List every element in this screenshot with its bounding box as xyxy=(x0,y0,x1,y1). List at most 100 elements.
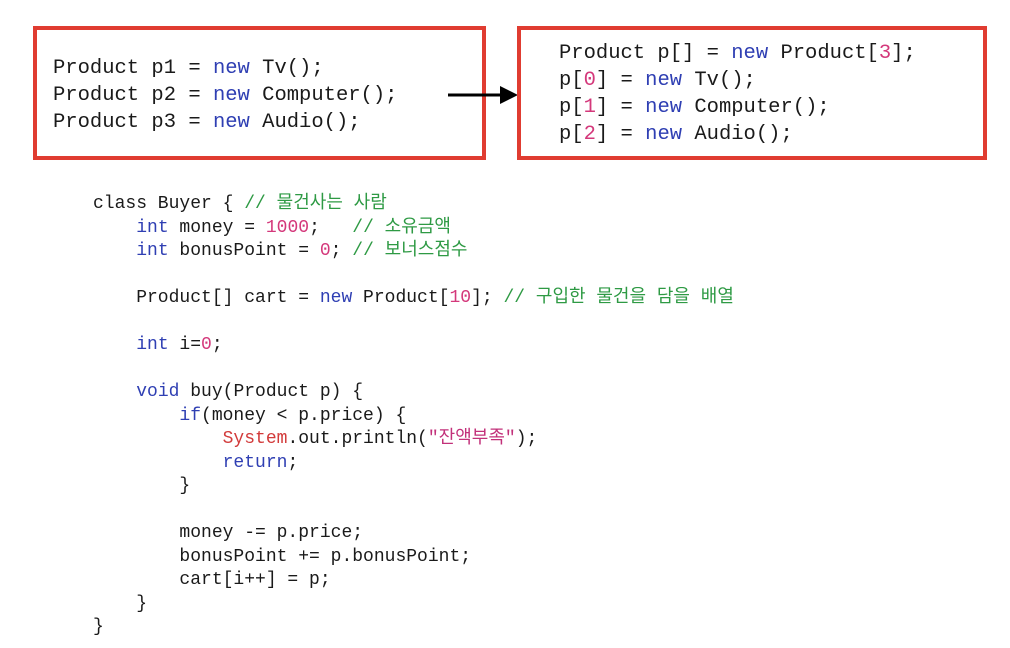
code-token: Product p2 = xyxy=(53,84,213,107)
code-line: } xyxy=(93,593,734,617)
code-token: // 보너스점수 xyxy=(352,241,468,261)
code-token: Audio(); xyxy=(682,123,793,146)
code-token: System xyxy=(222,429,288,449)
code-token: ] = xyxy=(595,96,646,119)
code-token: ] = xyxy=(595,69,646,92)
code-token: money = xyxy=(168,217,266,238)
code-token: 0 xyxy=(583,69,596,92)
code-token: 1000 xyxy=(265,217,310,238)
code-token: new xyxy=(645,69,683,92)
code-token: } xyxy=(93,476,191,496)
code-token: // 소유금액 xyxy=(352,217,451,238)
code-line: return; xyxy=(93,452,734,476)
code-token: bonusPoint = xyxy=(168,241,320,261)
code-token: 0 xyxy=(319,241,331,261)
code-line: Product p[] = new Product[3]; xyxy=(559,40,916,67)
code-token: 3 xyxy=(878,42,892,65)
code-token: .out.println( xyxy=(287,429,428,449)
code-token: new xyxy=(319,288,353,308)
code-token: Product p[] = xyxy=(559,42,732,65)
code-token: (money < p.price) { xyxy=(201,405,407,426)
code-token: } xyxy=(93,617,104,637)
code-token: ); xyxy=(515,429,538,449)
code-token: ; xyxy=(330,241,353,261)
code-token: Product[ xyxy=(352,288,450,308)
code-token: p[ xyxy=(559,69,584,92)
code-token: money -= p.price; xyxy=(93,523,364,543)
code-token: Product[ xyxy=(768,42,879,65)
code-line: money -= p.price; xyxy=(93,522,734,546)
code-token: new xyxy=(645,123,683,146)
code-token: } xyxy=(93,593,148,614)
code-token: Computer(); xyxy=(682,96,830,119)
code-token: new xyxy=(212,111,250,134)
code-line: int bonusPoint = 0; // 보너스점수 xyxy=(93,240,734,264)
code-token: int xyxy=(136,335,169,355)
code-snippet-array: Product p[] = new Product[3]; p[0] = new … xyxy=(559,40,916,148)
code-line: Product p2 = new Computer(); xyxy=(53,82,397,109)
code-token: void xyxy=(136,382,180,402)
code-token: p[ xyxy=(559,123,584,146)
code-line: void buy(Product p) { xyxy=(93,381,734,405)
code-token: int xyxy=(136,241,169,261)
code-token: ]; xyxy=(891,42,916,65)
code-token: 2 xyxy=(583,123,596,146)
code-token: new xyxy=(645,96,683,119)
code-token: 1 xyxy=(583,96,596,119)
code-token: i= xyxy=(168,335,202,355)
code-token: 0 xyxy=(201,335,212,355)
code-line: class Buyer { // 물건사는 사람 xyxy=(93,193,734,217)
code-line: Product[] cart = new Product[10]; // 구입한… xyxy=(93,287,734,311)
code-line: int i=0; xyxy=(93,334,734,358)
code-token: new xyxy=(731,42,769,65)
code-line: p[0] = new Tv(); xyxy=(559,67,916,94)
code-token: cart[i++] = p; xyxy=(93,570,331,590)
code-token: Product[] cart = xyxy=(93,288,320,308)
code-line: p[1] = new Computer(); xyxy=(559,94,916,121)
code-box-array: Product p[] = new Product[3]; p[0] = new … xyxy=(517,26,987,160)
code-token: "잔액부족" xyxy=(427,429,516,449)
code-line: } xyxy=(93,616,734,640)
code-token: if xyxy=(179,405,202,426)
code-token: Product p3 = xyxy=(53,111,213,134)
code-token: ; xyxy=(287,452,299,473)
code-token: ] = xyxy=(595,123,646,146)
code-line: System.out.println("잔액부족"); xyxy=(93,428,734,452)
code-snippet-individual-vars: Product p1 = new Tv(); Product p2 = new C… xyxy=(53,55,397,136)
code-token: ; xyxy=(309,217,353,238)
code-token: 10 xyxy=(449,288,472,308)
code-line: cart[i++] = p; xyxy=(93,569,734,593)
code-token: new xyxy=(212,57,250,80)
code-line: } xyxy=(93,475,734,499)
code-token: ; xyxy=(211,335,223,355)
code-line: int money = 1000; // 소유금액 xyxy=(93,217,734,241)
code-token: p[ xyxy=(559,96,584,119)
code-token: // 구입한 물건을 담을 배열 xyxy=(503,288,734,308)
code-token: int xyxy=(136,217,169,238)
code-token: Tv(); xyxy=(682,69,756,92)
code-box-individual-vars: Product p1 = new Tv(); Product p2 = new C… xyxy=(33,26,486,160)
code-line: Product p3 = new Audio(); xyxy=(53,109,397,136)
code-token: // 물건사는 사람 xyxy=(244,194,387,214)
code-line: if(money < p.price) { xyxy=(93,405,734,429)
code-line: Product p1 = new Tv(); xyxy=(53,55,397,82)
code-token: Computer(); xyxy=(249,84,398,107)
code-token: Tv(); xyxy=(249,57,324,80)
code-token: ]; xyxy=(471,288,504,308)
code-token: bonusPoint += p.bonusPoint; xyxy=(93,546,472,567)
code-token: Audio(); xyxy=(249,111,361,134)
code-token: new xyxy=(212,84,250,107)
buyer-class-code: class Buyer { // 물건사는 사람 int money = 100… xyxy=(93,193,734,640)
code-token: Product p1 = xyxy=(53,57,213,80)
code-line: bonusPoint += p.bonusPoint; xyxy=(93,546,734,570)
